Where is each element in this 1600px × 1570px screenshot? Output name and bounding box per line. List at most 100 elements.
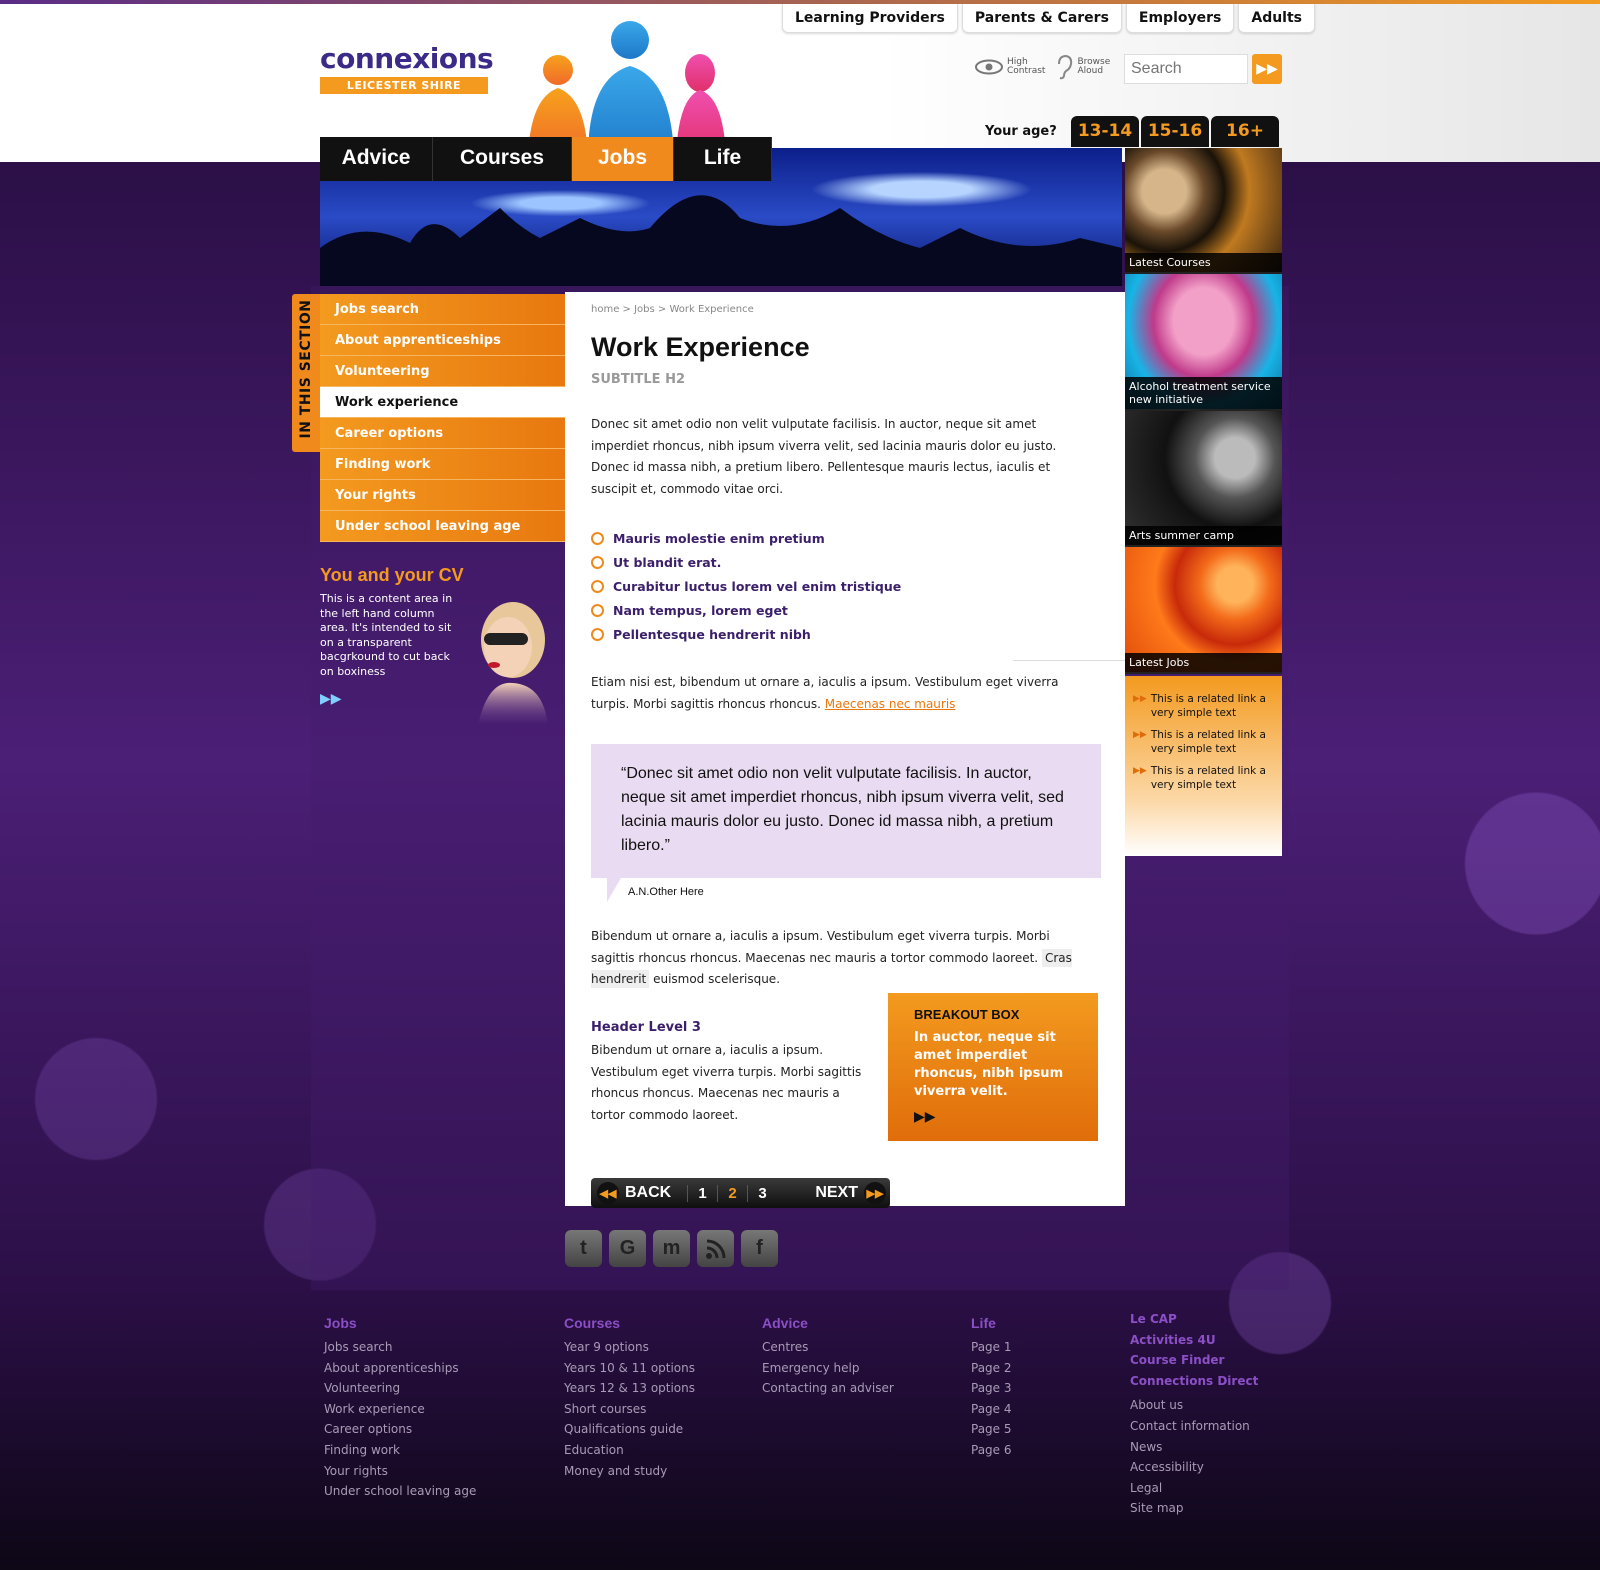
footer-featured-link[interactable]: Activities 4U bbox=[1130, 1330, 1258, 1351]
footer-link[interactable]: Money and study bbox=[564, 1461, 695, 1482]
footer-featured-link[interactable]: Le CAP bbox=[1130, 1309, 1258, 1330]
main-nav-advice[interactable]: Advice bbox=[320, 137, 433, 181]
myspace-icon[interactable]: m bbox=[653, 1230, 690, 1267]
browse-aloud-toggle[interactable]: Browse Aloud bbox=[1055, 54, 1110, 80]
footer-link[interactable]: News bbox=[1130, 1437, 1258, 1458]
audience-tab-learning-providers[interactable]: Learning Providers bbox=[782, 4, 958, 33]
search-input[interactable] bbox=[1124, 54, 1248, 84]
audience-tab-adults[interactable]: Adults bbox=[1238, 4, 1316, 33]
section-nav-item[interactable]: About apprenticeships bbox=[320, 325, 565, 356]
footer-col-advice: Advice Centres Emergency help Contacting… bbox=[762, 1315, 894, 1399]
facebook-icon[interactable]: f bbox=[741, 1230, 778, 1267]
footer-heading[interactable]: Courses bbox=[564, 1315, 695, 1331]
breadcrumb[interactable]: home > Jobs > Work Experience bbox=[591, 304, 754, 315]
list-item: Ut blandit erat. bbox=[591, 550, 901, 574]
search-button[interactable]: ▶▶ bbox=[1252, 54, 1282, 84]
footer-featured-link[interactable]: Connections Direct bbox=[1130, 1371, 1258, 1392]
footer-link[interactable]: Page 4 bbox=[971, 1399, 1012, 1420]
footer-link[interactable]: Legal bbox=[1130, 1478, 1258, 1499]
site-footer: Jobs Jobs search About apprenticeships V… bbox=[320, 1312, 1280, 1545]
footer-link[interactable]: Page 2 bbox=[971, 1358, 1012, 1379]
footer-link[interactable]: About us bbox=[1130, 1395, 1258, 1416]
footer-heading[interactable]: Advice bbox=[762, 1315, 894, 1331]
next-button[interactable]: NEXT ▶▶ bbox=[815, 1182, 890, 1204]
footer-link[interactable]: Page 6 bbox=[971, 1440, 1012, 1461]
footer-link[interactable]: Under school leaving age bbox=[324, 1481, 476, 1502]
page-link-current[interactable]: 2 bbox=[717, 1184, 747, 1202]
footer-link[interactable]: About apprenticeships bbox=[324, 1358, 476, 1379]
promo-latest-courses[interactable]: Latest Courses bbox=[1125, 148, 1282, 274]
rss-icon[interactable] bbox=[697, 1230, 734, 1267]
ear-icon bbox=[1058, 54, 1073, 80]
footer-link[interactable]: Page 3 bbox=[971, 1378, 1012, 1399]
footer-link[interactable]: Years 12 & 13 options bbox=[564, 1378, 695, 1399]
footer-featured-link[interactable]: Course Finder bbox=[1130, 1350, 1258, 1371]
footer-link[interactable]: Contact information bbox=[1130, 1416, 1258, 1437]
section-nav-item[interactable]: Your rights bbox=[320, 480, 565, 511]
inline-link[interactable]: Maecenas nec mauris bbox=[825, 697, 956, 711]
footer-link[interactable]: Career options bbox=[324, 1419, 476, 1440]
list-item-text: Pellentesque hendrerit nibh bbox=[613, 626, 811, 642]
audience-tab-parents-carers[interactable]: Parents & Carers bbox=[961, 4, 1122, 33]
divider bbox=[1013, 660, 1125, 661]
related-link[interactable]: ▶▶ This is a related link a very simple t… bbox=[1133, 692, 1276, 720]
footer-link[interactable]: Accessibility bbox=[1130, 1457, 1258, 1478]
promo-arts-summer-camp[interactable]: Arts summer camp bbox=[1125, 411, 1282, 547]
page-link[interactable]: 3 bbox=[747, 1184, 777, 1202]
footer-link[interactable]: Jobs search bbox=[324, 1337, 476, 1358]
main-nav-life[interactable]: Life bbox=[674, 137, 772, 181]
footer-link[interactable]: Emergency help bbox=[762, 1358, 894, 1379]
promo-latest-jobs[interactable]: Latest Jobs bbox=[1125, 547, 1282, 674]
google-icon[interactable]: G bbox=[609, 1230, 646, 1267]
footer-link[interactable]: Years 10 & 11 options bbox=[564, 1358, 695, 1379]
footer-link[interactable]: Your rights bbox=[324, 1461, 476, 1482]
related-link-text: This is a related link a very simple tex… bbox=[1150, 765, 1266, 791]
footer-link[interactable]: Page 5 bbox=[971, 1419, 1012, 1440]
age-tab-13-14[interactable]: 13-14 bbox=[1071, 116, 1139, 147]
audience-tab-employers[interactable]: Employers bbox=[1125, 4, 1235, 33]
footer-link[interactable]: Year 9 options bbox=[564, 1337, 695, 1358]
list-item-text: Nam tempus, lorem eget bbox=[613, 602, 788, 618]
footer-col-life: Life Page 1 Page 2 Page 3 Page 4 Page 5 … bbox=[971, 1315, 1012, 1461]
footer-link[interactable]: Short courses bbox=[564, 1399, 695, 1420]
twitter-icon[interactable]: t bbox=[565, 1230, 602, 1267]
section-label: IN THIS SECTION bbox=[298, 299, 314, 439]
footer-link[interactable]: Page 1 bbox=[971, 1337, 1012, 1358]
section-nav-item[interactable]: Career options bbox=[320, 418, 565, 449]
double-arrow-right-icon[interactable]: ▶▶ bbox=[914, 1109, 1072, 1125]
footer-link[interactable]: Site map bbox=[1130, 1498, 1258, 1519]
page-link[interactable]: 1 bbox=[687, 1184, 717, 1202]
footer-link[interactable]: Finding work bbox=[324, 1440, 476, 1461]
footer-link[interactable]: Work experience bbox=[324, 1399, 476, 1420]
main-nav-jobs[interactable]: Jobs bbox=[572, 137, 674, 181]
footer-link[interactable]: Centres bbox=[762, 1337, 894, 1358]
section-nav-item[interactable]: Jobs search bbox=[320, 294, 565, 325]
body-paragraph-3-end: euismod scelerisque. bbox=[653, 972, 781, 986]
footer-link[interactable]: Qualifications guide bbox=[564, 1419, 695, 1440]
list-item: Nam tempus, lorem eget bbox=[591, 598, 901, 622]
promo-alcohol-service[interactable]: Alcohol treatment service new initiative bbox=[1125, 274, 1282, 411]
section-nav-item-active[interactable]: Work experience bbox=[320, 387, 565, 418]
high-contrast-toggle[interactable]: High Contrast bbox=[975, 58, 1045, 76]
section-nav-item[interactable]: Under school leaving age bbox=[320, 511, 565, 542]
section-nav-item[interactable]: Volunteering bbox=[320, 356, 565, 387]
breakout-body: In auctor, neque sit amet imperdiet rhon… bbox=[914, 1030, 1064, 1099]
section-nav-item[interactable]: Finding work bbox=[320, 449, 565, 480]
main-nav-courses[interactable]: Courses bbox=[433, 137, 572, 181]
back-button[interactable]: ◀◀ BACK bbox=[591, 1182, 687, 1204]
ring-bullet-icon bbox=[591, 579, 604, 593]
site-logo[interactable]: connexions LEICESTER SHIRE bbox=[320, 42, 494, 94]
footer-link[interactable]: Contacting an adviser bbox=[762, 1378, 894, 1399]
double-arrow-right-icon: ▶▶ bbox=[1133, 766, 1147, 776]
age-tab-16-plus[interactable]: 16+ bbox=[1211, 116, 1279, 147]
logo-wordmark: connexions bbox=[320, 42, 494, 75]
footer-link[interactable]: Volunteering bbox=[324, 1378, 476, 1399]
footer-heading[interactable]: Life bbox=[971, 1315, 1012, 1331]
footer-heading[interactable]: Jobs bbox=[324, 1315, 476, 1331]
related-link[interactable]: ▶▶ This is a related link a very simple t… bbox=[1133, 764, 1276, 792]
age-tab-15-16[interactable]: 15-16 bbox=[1141, 116, 1209, 147]
related-link[interactable]: ▶▶ This is a related link a very simple t… bbox=[1133, 728, 1276, 756]
footer-link[interactable]: Education bbox=[564, 1440, 695, 1461]
audience-tabs: Learning Providers Parents & Carers Empl… bbox=[782, 4, 1316, 33]
header-level-3: Header Level 3 bbox=[591, 1020, 701, 1035]
